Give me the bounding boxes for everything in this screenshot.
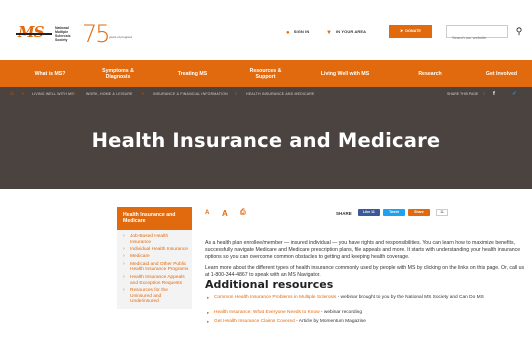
in-your-area-link[interactable]: ▼ IN YOUR AREA	[326, 29, 366, 36]
breadcrumb-item[interactable]: LIVING WELL WITH MS	[32, 87, 74, 101]
nav-item-resources-support[interactable]: Resources & Support	[238, 60, 293, 87]
nav-item-treating-ms[interactable]: Treating MS	[165, 60, 220, 87]
font-size-large-icon[interactable]: A	[222, 209, 228, 218]
resource-description: - Article by Momentum Magazine	[294, 319, 366, 324]
breadcrumb-separator: ›	[235, 91, 237, 97]
twitter-icon[interactable]: ✓	[512, 87, 517, 101]
print-icon[interactable]: ⎙	[240, 209, 246, 217]
breadcrumb-item[interactable]: WORK, HOME & LEISURE	[86, 87, 133, 101]
ms-logo[interactable]: MS	[16, 23, 52, 41]
nav-item-what-is-ms[interactable]: What is MS?	[20, 60, 80, 87]
anniversary-number: 75	[82, 20, 111, 48]
nav-item-get-involved[interactable]: Get Involved	[474, 60, 529, 87]
resource-link[interactable]: Get Health Insurance Claims Covered	[214, 319, 295, 324]
ms-logo-text: MS	[18, 23, 44, 41]
breadcrumb-separator: ›	[22, 91, 24, 97]
sidebar-item-medicaid[interactable]: Medicaid and Other Public Health Insuran…	[121, 262, 190, 274]
search-input[interactable]	[447, 32, 507, 43]
donate-label: DONATE	[405, 29, 421, 33]
nav-item-symptoms-diagnosis[interactable]: Symptoms & Diagnosis	[88, 60, 148, 87]
share-button[interactable]: Share	[408, 209, 430, 216]
sign-in-link[interactable]: ● SIGN IN	[286, 29, 309, 36]
top-bar: MS National Multiple Sclerosis Society 7…	[0, 0, 532, 60]
main-nav: What is MS? Symptoms & Diagnosis Treatin…	[0, 60, 532, 87]
resource-link[interactable]: Health Insurance: What Everyone Needs to…	[214, 310, 320, 315]
resource-description: - webinar recording	[319, 310, 362, 315]
org-name: National Multiple Sclerosis Society	[55, 26, 71, 42]
sidebar-item-appeals[interactable]: Health Insurance Appeals and Exception R…	[121, 275, 190, 287]
sidebar: Health Insurance and Medicare Job-Based …	[117, 207, 192, 309]
breadcrumb-item-current: HEALTH INSURANCE AND MEDICARE	[246, 92, 315, 96]
donate-button[interactable]: ➤ DONATE	[389, 25, 432, 38]
search-icon[interactable]: ⚲	[513, 26, 525, 37]
location-pin-icon: ▼	[326, 30, 333, 36]
resource-description: - webinar brought to you by the National…	[336, 295, 484, 300]
home-icon[interactable]: ⌂	[10, 87, 14, 101]
anniversary-tagline: years of progress	[109, 35, 133, 39]
breadcrumb-separator: ›	[483, 91, 485, 97]
hero-banner: Health Insurance and Medicare	[0, 101, 532, 189]
sidebar-list: Job-Based Health Insurance Individual He…	[117, 230, 192, 309]
breadcrumb: ⌂ › LIVING WELL WITH MS › WORK, HOME & L…	[0, 87, 532, 101]
donate-icon: ➤	[400, 29, 404, 33]
tweet-button[interactable]: Tweet	[383, 209, 405, 216]
person-icon: ●	[286, 30, 290, 36]
intro-paragraph: As a health plan enrollee/member — insur…	[205, 240, 521, 260]
resource-link[interactable]: Common Health Insurance Problems in Mult…	[214, 295, 336, 300]
in-your-area-label: IN YOUR AREA	[336, 29, 367, 34]
anniversary-logo: 75 years of progress	[80, 20, 136, 48]
ms-logo-strike	[16, 33, 52, 35]
breadcrumb-separator: ›	[142, 91, 144, 97]
font-size-small-icon[interactable]: A	[205, 210, 209, 216]
sidebar-item-uninsured[interactable]: Resources for the Uninsured and Underins…	[121, 288, 190, 305]
facebook-like-button[interactable]: Like 11	[358, 209, 380, 216]
nav-item-living-well[interactable]: Living Well with MS	[305, 60, 385, 87]
breadcrumb-separator: ›	[74, 91, 76, 97]
resource-item: Get Health Insurance Claims Covered - Ar…	[207, 319, 527, 325]
learn-more-paragraph: Learn more about the different types of …	[205, 265, 525, 278]
facebook-icon[interactable]: f	[493, 87, 495, 101]
resource-item: Health Insurance: What Everyone Needs to…	[207, 310, 527, 316]
share-page-label: SHARE THIS PAGE	[447, 92, 479, 96]
sidebar-item-medicare[interactable]: Medicare	[121, 254, 190, 260]
sidebar-item-job-based[interactable]: Job-Based Health Insurance	[121, 234, 190, 246]
page-title: Health Insurance and Medicare	[91, 129, 441, 152]
sidebar-item-individual[interactable]: Individual Health Insurance	[121, 247, 190, 253]
additional-resources-heading: Additional resources	[205, 278, 334, 291]
share-label: SHARE	[336, 211, 352, 216]
sign-in-label: SIGN IN	[293, 29, 310, 34]
share-count: 11	[436, 209, 448, 216]
resource-item: Common Health Insurance Problems in Mult…	[207, 295, 527, 301]
search-box	[446, 25, 508, 43]
breadcrumb-item[interactable]: INSURANCE & FINANCIAL INFORMATION	[153, 87, 228, 101]
sidebar-heading[interactable]: Health Insurance and Medicare	[117, 207, 192, 230]
nav-item-research[interactable]: Research	[405, 60, 455, 87]
